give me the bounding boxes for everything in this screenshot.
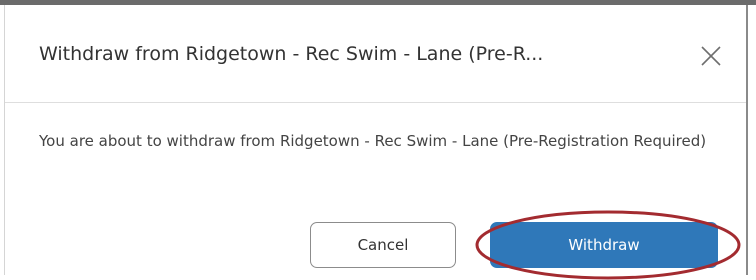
close-button[interactable] (698, 43, 724, 69)
withdraw-button[interactable]: Withdraw (490, 222, 718, 268)
page: Withdraw from Ridgetown - Rec Swim - Lan… (0, 0, 756, 280)
dialog-message: You are about to withdraw from Ridgetown… (39, 132, 707, 150)
close-icon (701, 46, 721, 66)
dialog-title: Withdraw from Ridgetown - Rec Swim - Lan… (39, 43, 544, 65)
dialog-header: Withdraw from Ridgetown - Rec Swim - Lan… (5, 5, 746, 103)
cancel-button[interactable]: Cancel (310, 222, 456, 268)
